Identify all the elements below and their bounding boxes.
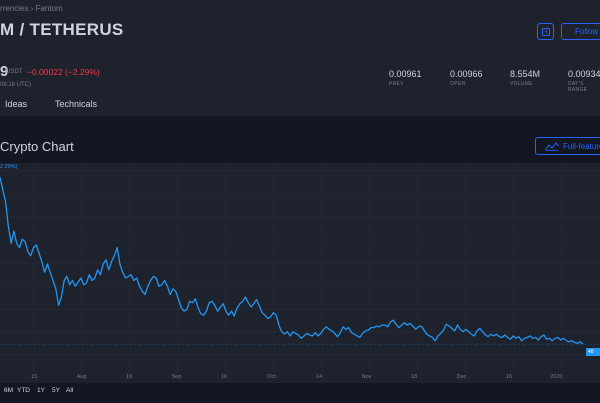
x-tick-label: Aug [76, 374, 87, 380]
x-tick-label: 2020 [550, 374, 563, 380]
x-tick-label: Sep [171, 374, 182, 380]
x-tick-label: 19 [125, 374, 133, 380]
chart-top-label: 2.29%) [0, 164, 18, 170]
page-title: M / TETHERUS [0, 20, 124, 39]
chart-series [0, 177, 600, 345]
price-chart[interactable] [0, 163, 600, 387]
x-tick-label: Oct [267, 374, 276, 380]
full-featured-chart-label: Full-feature [563, 142, 600, 151]
range-all[interactable]: All [66, 387, 73, 394]
range-1y[interactable]: 1Y [37, 387, 45, 394]
chart-grid [0, 163, 600, 373]
x-tick-label: 16 [220, 374, 228, 380]
x-tick-label: Dec [456, 374, 467, 380]
price-chart-svg[interactable] [0, 163, 600, 387]
section-title: Crypto Chart [0, 139, 74, 154]
stat-range-label: DAY'S RANGE [568, 81, 588, 93]
x-tick-label: 18 [410, 374, 418, 380]
stat-open-value: 0.00966 [450, 69, 483, 79]
range-ytd[interactable]: YTD [17, 387, 30, 394]
alert-button[interactable] [537, 23, 554, 40]
range-6m[interactable]: 6M [4, 387, 13, 394]
stat-open-label: OPEN [450, 81, 466, 87]
x-tick-label: 14 [315, 374, 323, 380]
price-time: 08:18 UTC) [0, 82, 32, 88]
x-tick-label: 15 [30, 374, 38, 380]
breadcrumb[interactable]: rrencies › Fantom [0, 4, 63, 13]
stat-prev-value: 0.00961 [389, 69, 422, 79]
chart-line-icon [545, 142, 559, 151]
stat-volume-label: VOLUME [510, 81, 533, 87]
follow-button[interactable]: Follow F [561, 23, 600, 40]
price-change: −0.00022 (−2.29%) [27, 67, 100, 77]
stat-range-value: 0.00934 [568, 69, 600, 79]
full-featured-chart-button[interactable]: Full-feature [535, 137, 600, 155]
tab-ideas[interactable]: Ideas [5, 99, 27, 109]
x-tick-label: 16 [505, 374, 513, 380]
price-line [0, 177, 584, 345]
tab-technicals[interactable]: Technicals [55, 99, 97, 109]
x-tick-label: Nov [361, 374, 372, 380]
stat-volume-value: 8.554M [510, 69, 541, 79]
range-bar [0, 383, 600, 403]
range-5y[interactable]: 5Y [52, 387, 60, 394]
alarm-clock-icon [541, 27, 550, 36]
last-value-label: 48 [586, 348, 600, 356]
stat-prev-label: PREV [389, 81, 404, 87]
price-currency: USDT [6, 69, 23, 75]
